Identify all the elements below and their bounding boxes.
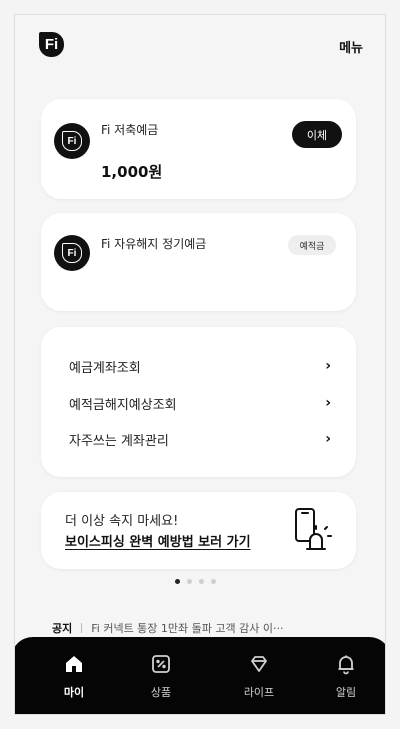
app-screen: Fi 메뉴 Fi Fi 저축예금 1,000원 이체 Fi Fi 자유해지 정기… bbox=[14, 14, 386, 715]
tab-products[interactable]: 상품 bbox=[131, 653, 191, 703]
carousel-dot[interactable] bbox=[187, 579, 192, 584]
account-logo-text: Fi bbox=[62, 243, 82, 263]
tab-my[interactable]: 마이 bbox=[44, 653, 104, 703]
chevron-right-icon: › bbox=[325, 358, 331, 374]
notice-divider bbox=[81, 623, 83, 633]
phone-alert-icon bbox=[295, 508, 332, 550]
notice-text: Fi 커넥트 통장 1만좌 돌파 고객 감사 이··· bbox=[91, 622, 284, 635]
home-icon bbox=[66, 656, 82, 672]
menu-item-deposit-inquiry[interactable]: 예금계좌조회 › bbox=[69, 354, 331, 378]
account-card-savings[interactable]: Fi Fi 저축예금 1,000원 이체 bbox=[41, 99, 356, 199]
carousel-dot[interactable] bbox=[211, 579, 216, 584]
account-balance: 1,000원 bbox=[101, 163, 163, 181]
menu-button[interactable]: 메뉴 bbox=[339, 37, 363, 56]
carousel-dot[interactable] bbox=[199, 579, 204, 584]
top-bar: Fi 메뉴 bbox=[15, 15, 385, 75]
chevron-right-icon: › bbox=[325, 395, 331, 411]
account-logo-text: Fi bbox=[62, 131, 82, 151]
bell-icon bbox=[338, 655, 354, 675]
bottom-tab-bar: 마이 상품 라이프 알림 bbox=[15, 637, 385, 714]
menu-item-label: 예금계좌조회 bbox=[69, 360, 141, 376]
transfer-button[interactable]: 이체 bbox=[292, 121, 342, 148]
notice-bar[interactable]: 공지 Fi 커넥트 통장 1만좌 돌파 고객 감사 이··· bbox=[52, 619, 352, 637]
banner-link[interactable]: 보이스피싱 완벽 예방법 보러 가기 bbox=[65, 531, 251, 550]
chevron-right-icon: › bbox=[325, 431, 331, 447]
tab-life[interactable]: 라이프 bbox=[229, 653, 289, 703]
account-name: Fi 자유해지 정기예금 bbox=[101, 237, 207, 251]
tab-label: 라이프 bbox=[243, 686, 275, 699]
deposit-type-badge: 예적금 bbox=[288, 235, 336, 255]
account-name: Fi 저축예금 bbox=[101, 123, 159, 137]
tab-label: 마이 bbox=[63, 686, 85, 699]
percent-icon bbox=[152, 655, 170, 673]
menu-item-termination-estimate[interactable]: 예적금해지예상조회 › bbox=[69, 391, 331, 415]
fi-logo-icon[interactable]: Fi bbox=[39, 32, 64, 57]
account-logo-icon: Fi bbox=[54, 235, 90, 271]
carousel-indicator[interactable] bbox=[175, 579, 216, 584]
menu-item-label: 자주쓰는 계좌관리 bbox=[69, 433, 169, 449]
diamond-icon bbox=[251, 656, 267, 672]
tab-alerts[interactable]: 알림 bbox=[316, 653, 376, 703]
account-card-time-deposit[interactable]: Fi Fi 자유해지 정기예금 예적금 bbox=[41, 213, 356, 311]
tab-label: 알림 bbox=[335, 686, 357, 699]
banner-headline: 더 이상 속지 마세요! bbox=[65, 514, 179, 529]
account-logo-icon: Fi bbox=[54, 123, 90, 159]
notice-label: 공지 bbox=[52, 622, 73, 635]
voice-phishing-banner[interactable]: 더 이상 속지 마세요! 보이스피싱 완벽 예방법 보러 가기 bbox=[41, 492, 356, 569]
menu-item-label: 예적금해지예상조회 bbox=[69, 397, 177, 413]
account-menu-card: 예금계좌조회 › 예적금해지예상조회 › 자주쓰는 계좌관리 › bbox=[41, 327, 356, 477]
menu-item-favorite-accounts[interactable]: 자주쓰는 계좌관리 › bbox=[69, 427, 331, 451]
carousel-dot[interactable] bbox=[175, 579, 180, 584]
tab-label: 상품 bbox=[150, 686, 172, 699]
